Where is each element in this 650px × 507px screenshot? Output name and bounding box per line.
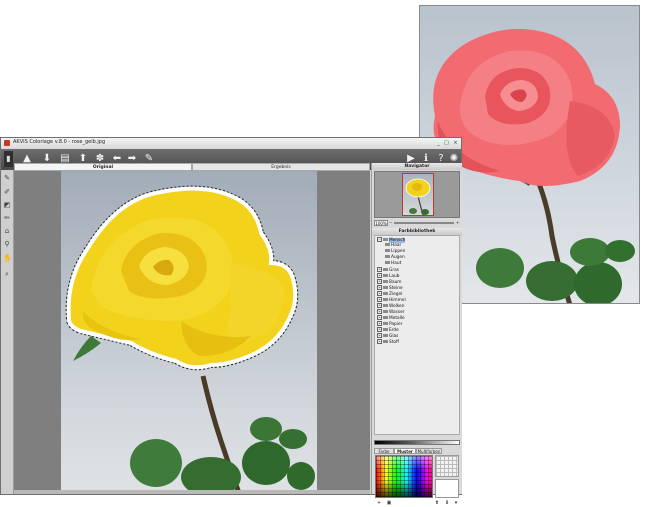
minimize-button[interactable]: _ [435, 140, 442, 146]
expand-icon[interactable]: + [377, 309, 382, 314]
tab-result[interactable]: Ergebnis [192, 163, 370, 171]
navigator-preview[interactable] [374, 171, 460, 218]
app-window: AKVIS Coloriage v.8.0 - rose_gelb.jpg _ … [0, 137, 462, 506]
folder-icon [385, 243, 390, 246]
navigator-thumbnail [405, 178, 431, 215]
delete-color-icon[interactable]: ▣ [386, 500, 392, 506]
expand-icon[interactable]: + [377, 285, 382, 290]
folder-icon [383, 328, 388, 331]
eyedropper-tool-icon[interactable]: ⚲ [3, 240, 11, 248]
folder-icon [383, 310, 388, 313]
folder-icon [385, 261, 390, 264]
zoom-out-icon[interactable]: − [389, 220, 392, 226]
folder-icon [383, 340, 388, 343]
tab-muster[interactable]: Muster [394, 448, 416, 454]
folder-icon [383, 268, 388, 271]
add-color-icon[interactable]: + [376, 500, 382, 506]
expand-icon[interactable]: + [377, 315, 382, 320]
image-canvas[interactable] [14, 171, 370, 493]
expand-icon[interactable]: + [377, 327, 382, 332]
window-title: AKVIS Coloriage v.8.0 - rose_gelb.jpg [13, 139, 106, 145]
folder-icon [385, 255, 390, 258]
pencil-tool-icon[interactable]: ✎ [3, 174, 11, 182]
zoom-tool-icon[interactable]: ⌕ [3, 270, 11, 278]
zoom-control: 100% − + [374, 220, 460, 226]
tab-farbe[interactable]: Farbe [374, 448, 394, 454]
folder-icon [383, 322, 388, 325]
tab-original[interactable]: Original [14, 163, 192, 171]
folder-icon [385, 249, 390, 252]
folder-icon [383, 286, 388, 289]
folder-icon [383, 304, 388, 307]
import-icon[interactable]: ⬆ [434, 500, 440, 506]
zoom-in-icon[interactable]: + [456, 220, 459, 226]
color-library-tree: − Mensch Haar Lippen Augen Haut + Gras + La… [374, 235, 460, 435]
horizontal-scrollbar[interactable] [14, 490, 370, 494]
brightness-gradient-bar[interactable] [374, 440, 460, 445]
expand-icon[interactable]: + [377, 339, 382, 344]
right-panel: Navigator 100% − + Farbbibliothek − Mensc… [371, 163, 462, 506]
expand-icon[interactable]: + [377, 273, 382, 278]
navigator-viewport[interactable] [402, 173, 434, 216]
recent-colors-grid[interactable] [435, 455, 459, 477]
folder-icon [383, 316, 388, 319]
palette-menu-icon[interactable]: ▾ [453, 500, 459, 506]
original-photo [61, 171, 317, 493]
palette-tabs: Farbe Muster Multifarben [374, 448, 460, 454]
folder-icon [383, 274, 388, 277]
expand-icon[interactable]: + [377, 303, 382, 308]
eraser-tool-icon[interactable]: ◩ [3, 201, 11, 209]
tree-item-stoff[interactable]: + Stoff [377, 339, 399, 345]
expand-icon[interactable]: + [377, 333, 382, 338]
expand-icon[interactable]: + [377, 267, 382, 272]
navigator-header: Navigator [372, 163, 462, 170]
yellow-rose-photo [65, 185, 315, 493]
folder-icon [383, 298, 388, 301]
expand-icon[interactable]: + [377, 291, 382, 296]
keep-color-pencil-icon[interactable]: ✐ [3, 188, 11, 196]
folder-icon [383, 238, 388, 241]
tool-panel-toggle-icon[interactable]: ▮ [4, 151, 13, 167]
collapse-icon[interactable]: − [377, 237, 382, 242]
app-logo-icon [4, 140, 10, 146]
bucket-tool-icon[interactable]: ⌂ [3, 227, 11, 235]
folder-icon [383, 292, 388, 295]
expand-icon[interactable]: + [377, 297, 382, 302]
zoom-value[interactable]: 100% [374, 220, 388, 226]
folder-icon [383, 280, 388, 283]
left-toolbar: ✎ ✐ ◩ ✏ ⌂ ⚲ ✋ ⌕ [1, 170, 14, 494]
view-tabs: Original Ergebnis [14, 163, 370, 171]
magic-tube-icon[interactable]: ✏ [3, 214, 11, 222]
palette-actions: + ▣ ⬆ ⬇ ▾ [374, 500, 460, 507]
library-header: Farbbibliothek [372, 228, 462, 235]
hand-tool-icon[interactable]: ✋ [3, 254, 12, 262]
current-color-swatch[interactable] [435, 479, 459, 498]
color-palette[interactable] [375, 455, 433, 498]
expand-icon[interactable]: + [377, 279, 382, 284]
export-icon[interactable]: ⬇ [444, 500, 450, 506]
tab-multifarben[interactable]: Multifarben [416, 448, 442, 454]
maximize-button[interactable]: □ [443, 140, 450, 146]
close-button[interactable]: × [452, 140, 459, 146]
folder-icon [383, 334, 388, 337]
expand-icon[interactable]: + [377, 321, 382, 326]
zoom-slider[interactable] [394, 222, 454, 224]
